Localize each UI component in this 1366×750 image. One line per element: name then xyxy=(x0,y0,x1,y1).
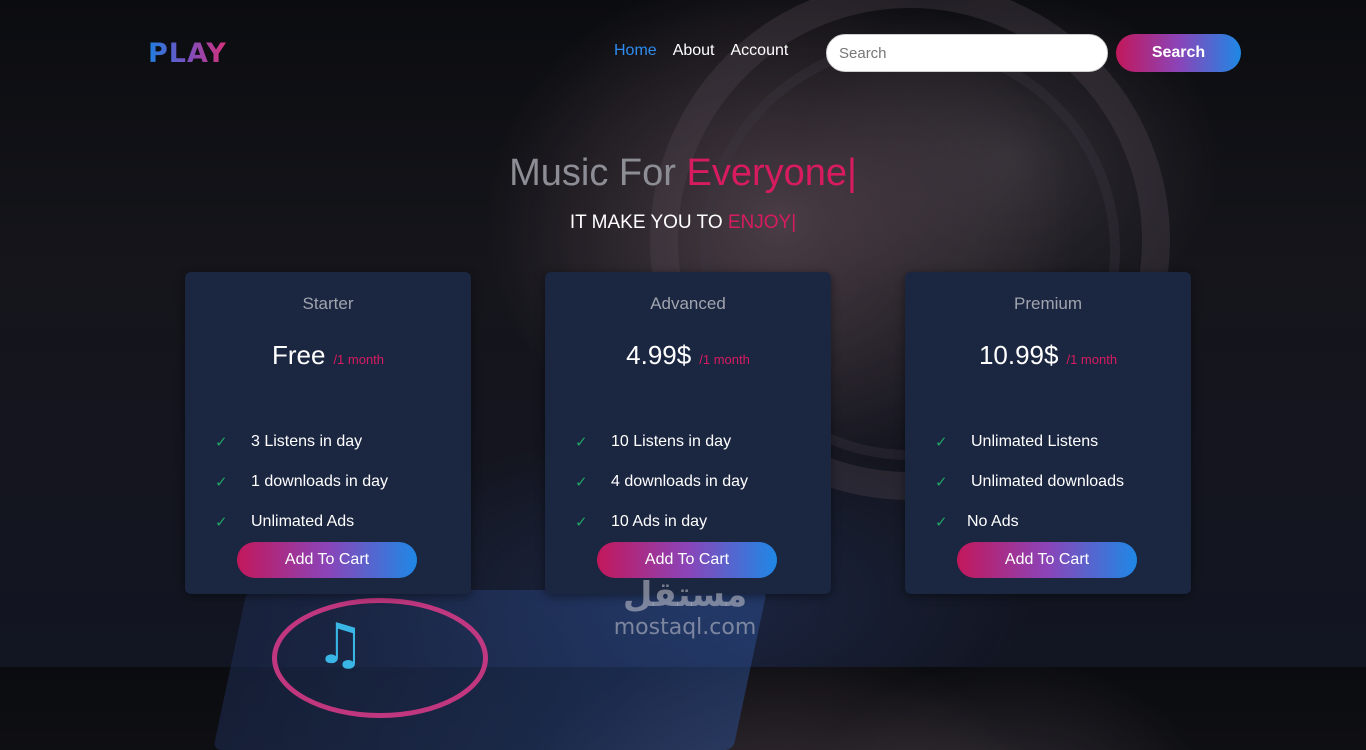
watermark: مستقل mostaql.com xyxy=(600,575,770,641)
plan-name: Starter xyxy=(302,294,354,313)
check-icon: ✓ xyxy=(575,514,588,531)
plan-price: 4.99$ xyxy=(626,340,692,370)
feature-item: ✓ 4 downloads in day xyxy=(575,462,815,502)
feature-item: ✓ Unlimated Listens xyxy=(935,422,1175,462)
plan-period: /1 month xyxy=(333,352,385,367)
main-nav: Home About Account xyxy=(614,42,788,60)
nav-home[interactable]: Home xyxy=(614,42,657,60)
price-row: 4.99$ /1 month xyxy=(545,340,831,371)
nav-account[interactable]: Account xyxy=(731,42,789,60)
check-icon: ✓ xyxy=(575,434,588,451)
search-button[interactable]: Search xyxy=(1116,34,1241,72)
add-to-cart-button[interactable]: Add To Cart xyxy=(237,542,417,578)
check-icon: ✓ xyxy=(935,514,948,531)
check-icon: ✓ xyxy=(575,474,588,491)
plan-price: Free xyxy=(271,340,326,370)
hero-title-prefix: Music For xyxy=(509,152,687,194)
feature-text: 1 downloads in day xyxy=(251,473,388,490)
hero-subtitle-prefix: IT MAKE YOU TO xyxy=(569,212,728,233)
check-icon: ✓ xyxy=(935,434,948,451)
feature-list: ✓ 3 Listens in day ✓ 1 downloads in day ✓ U… xyxy=(215,422,455,542)
plan-card-premium: Premium 10.99$ /1 month ✓ Unlimated Listen… xyxy=(905,272,1191,594)
check-icon: ✓ xyxy=(935,474,948,491)
feature-text: No Ads xyxy=(967,513,1019,530)
plan-period: /1 month xyxy=(1066,352,1118,367)
feature-text: Unlimated Ads xyxy=(251,513,355,530)
feature-text: Unlimated Listens xyxy=(971,433,1099,450)
feature-item: ✓ Unlimated Ads xyxy=(215,502,455,542)
feature-item: ✓ No Ads xyxy=(935,502,1175,542)
add-to-cart-button[interactable]: Add To Cart xyxy=(957,542,1137,578)
price-row: 10.99$ /1 month xyxy=(905,340,1191,371)
hero-subtitle: IT MAKE YOU TO ENJOY| xyxy=(0,212,1366,234)
add-to-cart-button[interactable]: Add To Cart xyxy=(597,542,777,578)
plan-card-advanced: Advanced 4.99$ /1 month ✓ 10 Listens in da… xyxy=(545,272,831,594)
background-itunes-ring xyxy=(272,598,488,718)
site-header: PLAY Home About Account Search xyxy=(0,0,1366,104)
plan-name: Advanced xyxy=(650,294,726,313)
feature-text: 4 downloads in day xyxy=(611,473,748,490)
logo[interactable]: PLAY xyxy=(148,38,227,69)
hero-title-highlight: Everyone| xyxy=(686,152,857,194)
check-icon: ✓ xyxy=(215,434,228,451)
feature-item: ✓ 3 Listens in day xyxy=(215,422,455,462)
feature-text: 3 Listens in day xyxy=(251,433,363,450)
hero-title: Music For Everyone| xyxy=(0,152,1366,195)
feature-item: ✓ Unlimated downloads xyxy=(935,462,1175,502)
feature-list: ✓ 10 Listens in day ✓ 4 downloads in day ✓… xyxy=(575,422,815,542)
feature-text: 10 Listens in day xyxy=(611,433,732,450)
music-note-icon: ♫ xyxy=(315,612,366,677)
nav-about[interactable]: About xyxy=(673,42,715,60)
feature-item: ✓ 1 downloads in day xyxy=(215,462,455,502)
check-icon: ✓ xyxy=(215,474,228,491)
check-icon: ✓ xyxy=(215,514,228,531)
plan-card-starter: Starter Free/1 month ✓ 3 Listens in day ✓… xyxy=(185,272,471,594)
feature-text: Unlimated downloads xyxy=(971,473,1124,490)
watermark-latin: mostaql.com xyxy=(613,615,757,640)
feature-text: 10 Ads in day xyxy=(611,513,708,530)
watermark-arabic: مستقل xyxy=(622,575,748,615)
plan-period: /1 month xyxy=(699,352,750,367)
search-input[interactable] xyxy=(826,34,1108,72)
hero-subtitle-highlight: ENJOY| xyxy=(727,212,797,233)
feature-item: ✓ 10 Listens in day xyxy=(575,422,815,462)
plan-price: 10.99$ xyxy=(978,340,1059,370)
price-row: Free/1 month xyxy=(185,340,471,371)
plan-name: Premium xyxy=(1013,294,1082,313)
feature-item: ✓ 10 Ads in day xyxy=(575,502,815,542)
feature-list: ✓ Unlimated Listens ✓ Unlimated downloads … xyxy=(935,422,1175,542)
